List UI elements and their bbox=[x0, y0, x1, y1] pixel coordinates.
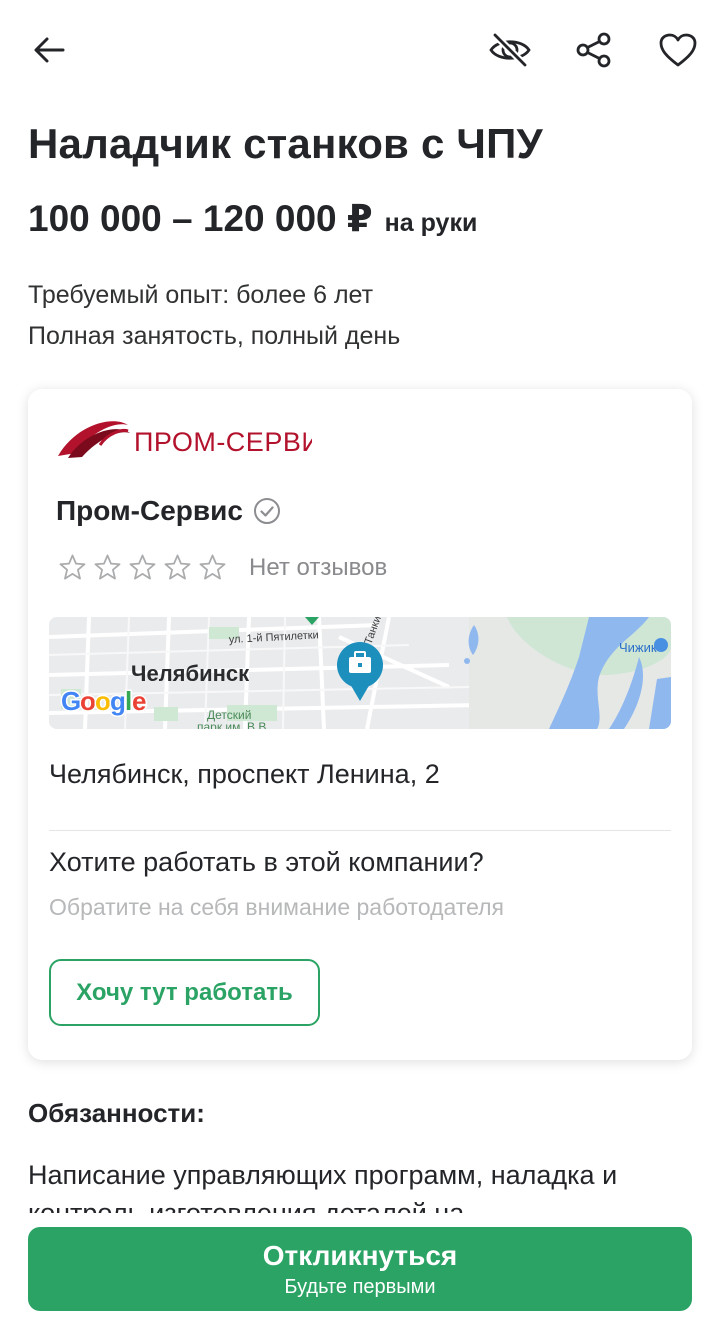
star-icon bbox=[129, 554, 156, 580]
star-icon bbox=[164, 554, 191, 580]
divider bbox=[49, 830, 671, 831]
svg-text:G: G bbox=[61, 686, 81, 716]
heart-icon[interactable] bbox=[654, 26, 702, 74]
svg-text:парк им. В.В.: парк им. В.В. bbox=[197, 720, 270, 729]
duties-text: Написание управляющих программ, наладка … bbox=[28, 1160, 618, 1213]
respond-button-subtitle: Будьте первыми bbox=[284, 1275, 436, 1298]
reviews-text: Нет отзывов bbox=[249, 553, 388, 581]
salary: 100 000 – 120 000 ₽ на руки bbox=[28, 197, 477, 240]
experience-text: Требуемый опыт: более 6 лет bbox=[28, 281, 374, 309]
company-row: Пром-Сервис bbox=[56, 495, 281, 527]
back-arrow-icon[interactable] bbox=[25, 26, 73, 74]
salary-value: 100 000 – 120 000 ₽ bbox=[28, 198, 373, 239]
svg-text:e: e bbox=[132, 686, 146, 716]
work-question-subtitle: Обратите на себя внимание работодателя bbox=[49, 894, 505, 920]
rating-stars bbox=[58, 553, 227, 582]
respond-button-label: Откликнуться bbox=[262, 1239, 458, 1271]
svg-text:g: g bbox=[110, 686, 126, 716]
map-store-pin-icon bbox=[654, 638, 668, 652]
company-address: Челябинск, проспект Ленина, 2 bbox=[49, 759, 440, 789]
google-logo-icon: G o o g l e bbox=[60, 685, 148, 718]
want-to-work-button[interactable]: Хочу тут работать bbox=[49, 959, 320, 1026]
respond-button[interactable]: Откликнуться Будьте первыми bbox=[28, 1227, 692, 1311]
salary-note: на руки bbox=[384, 209, 478, 237]
company-logo[interactable]: ПРОМ-СЕРВИС bbox=[56, 411, 341, 469]
star-icon bbox=[94, 554, 121, 580]
logo-text: ПРОМ-СЕРВИС bbox=[134, 427, 312, 457]
company-card: ПРОМ-СЕРВИС Пром-Сервис Нет отзывов bbox=[28, 389, 692, 1060]
company-map[interactable]: ул. 1-й Пятилетки Танкистов Челябинск Де… bbox=[49, 617, 671, 729]
duties-title: Обязанности: bbox=[28, 1098, 205, 1128]
map-store-label: Чижик bbox=[619, 640, 657, 655]
top-bar bbox=[0, 0, 720, 100]
svg-text:o: o bbox=[80, 686, 96, 716]
rating-row[interactable]: Нет отзывов bbox=[58, 553, 387, 582]
map-city-label: Челябинск bbox=[131, 661, 250, 686]
work-question: Хотите работать в этой компании? bbox=[49, 847, 484, 877]
star-icon bbox=[59, 554, 86, 580]
company-name[interactable]: Пром-Сервис bbox=[56, 495, 243, 527]
eye-off-icon[interactable] bbox=[486, 26, 534, 74]
verified-check-icon bbox=[253, 497, 281, 525]
svg-text:o: o bbox=[95, 686, 111, 716]
vacancy-title: Наладчик станков с ЧПУ bbox=[28, 120, 543, 167]
share-icon[interactable] bbox=[570, 26, 618, 74]
star-icon bbox=[199, 554, 226, 580]
employment-text: Полная занятость, полный день bbox=[28, 322, 401, 350]
